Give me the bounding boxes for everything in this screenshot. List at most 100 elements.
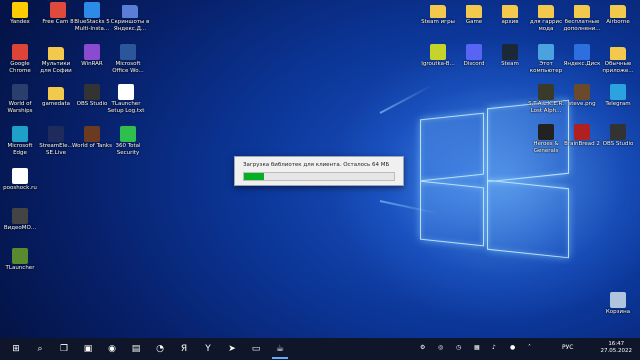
desktop-icon-yandex[interactable]: Yandex (0, 2, 40, 26)
desktop-icon-telegram[interactable]: Telegram (598, 84, 638, 108)
java-icon[interactable]: ☕ (272, 341, 288, 359)
desktop-icon-wot[interactable]: World of Tanks (72, 126, 112, 150)
warships-icon (12, 84, 28, 100)
mic-icon[interactable]: ● (510, 344, 515, 351)
clock-icon[interactable]: ◷ (456, 344, 461, 351)
folder-icon (466, 5, 482, 18)
folder-icon (538, 5, 554, 18)
desktop-icon-stevepng[interactable]: steve.png (562, 84, 602, 108)
progress-fill (244, 173, 264, 180)
loading-message: Загрузка библиотек для клиента. Осталось… (243, 162, 390, 168)
desktop-icon-igroutka[interactable]: Igroutka-B... (418, 44, 458, 68)
recycle-bin-icon (610, 292, 626, 308)
desktop-icon-streamelements[interactable]: StreamEle... SE.Live (36, 126, 76, 156)
desktop-icon-cartoons[interactable]: Мультики для Софии (36, 44, 76, 74)
search-icon[interactable]: ⌕ (32, 341, 48, 357)
desktop-icon-label: Обычные приложе... (602, 61, 634, 74)
loading-dialog: Загрузка библиотек для клиента. Осталось… (234, 156, 404, 186)
obs-icon[interactable]: ◉ (104, 341, 120, 357)
light-beam (379, 83, 434, 114)
desktop-icon-label: Steam игры (421, 19, 455, 25)
taskbar-app-icon[interactable]: ▤ (128, 341, 144, 357)
volume-icon[interactable]: ♪ (492, 344, 496, 351)
desktop-icon-bluestacks[interactable]: BlueStacks 5 Multi-Insta... (72, 2, 112, 32)
desktop-icon-thispc[interactable]: Этот компьютер (526, 44, 566, 74)
folder-icon (610, 5, 626, 18)
tanks-icon (84, 126, 100, 142)
desktop-icon-obs2[interactable]: OBS Studio (598, 124, 638, 148)
desktop-icon-gamedata[interactable]: gamedata (36, 84, 76, 108)
desktop-icon-yadisk[interactable]: Яндекс.Диск (562, 44, 602, 68)
telegram-icon[interactable]: ➤ (224, 341, 240, 357)
clock-time: 16:47 (608, 341, 625, 347)
desktop-icon-label: TLauncher Setup Log.txt (107, 101, 145, 114)
desktop-icon-label: BrainBread 2 (564, 141, 600, 147)
desktop-icon-label: TLauncher (5, 265, 35, 271)
desktop-icon-screenshots[interactable]: Скриншоты в Яндекс.Д... (110, 2, 150, 32)
yandex-browser-icon[interactable]: Y (200, 341, 216, 357)
desktop-icon-label: 360 Total Security (115, 143, 141, 156)
steam-icon[interactable]: ◎ (438, 344, 443, 351)
discord-icon[interactable]: ◔ (152, 341, 168, 357)
logo-pane-bottom-left (420, 180, 484, 247)
desktop-icon-label: Igroutka-B... (421, 61, 455, 67)
video-icon (12, 208, 28, 224)
desktop-icon-msoffice[interactable]: Microsoft Office Wo... (108, 44, 148, 74)
folder-icon (610, 47, 626, 60)
game-icon (430, 44, 446, 60)
desktop-icon-steamgames[interactable]: Steam игры (418, 2, 458, 26)
desktop-icon-tlauncher[interactable]: TLauncher (0, 248, 40, 272)
desktop-icon-label: pooshock.ru (3, 185, 37, 191)
folder-icon (48, 87, 64, 100)
yandex-icon[interactable]: Я (176, 341, 192, 357)
desktop-icon-label: для гаррис мода (529, 19, 563, 32)
desktop-icon-gorris[interactable]: для гаррис мода (526, 2, 566, 32)
desktop-icon-recycle[interactable]: Корзина (598, 292, 638, 316)
desktop-icon-label: Telegram (605, 101, 631, 107)
desktop-icon-label: BlueStacks 5 Multi-Insta... (74, 19, 110, 32)
desktop-icon-ordinary[interactable]: Обычные приложе... (598, 44, 638, 74)
gear-icon[interactable]: ⚙ (420, 344, 425, 351)
clock-date: 27.05.2022 (600, 348, 633, 354)
folder-icon (430, 5, 446, 18)
desktop-icon-stalker[interactable]: S.T.A.L.K.E.R. Lost Alph... (526, 84, 566, 114)
desktop-icon-label: Heroes & Generals (533, 141, 559, 154)
desktop-icon-pooshock[interactable]: pooshock.ru (0, 168, 40, 192)
desktop-icon-tlauncherlog[interactable]: TLauncher Setup Log.txt (106, 84, 146, 114)
desktop-icon-game[interactable]: Game (454, 2, 494, 26)
clock[interactable]: 16:47 27.05.2022 (601, 341, 633, 355)
desktop-icon-steam[interactable]: Steam (490, 44, 530, 68)
desktop-icon-airborne[interactable]: Airborne (598, 2, 638, 26)
folder-icon[interactable]: ▭ (248, 341, 264, 357)
desktop-icon-heroes[interactable]: Heroes & Generals (526, 124, 566, 154)
desktop-icon-360[interactable]: 360 Total Security (108, 126, 148, 156)
desktop-icon-label: Скриншоты в Яндекс.Д... (110, 19, 150, 32)
winrar-icon (84, 44, 100, 60)
yandex-icon (12, 2, 28, 18)
desktop-icon-winrar[interactable]: WinRAR (72, 44, 112, 68)
desktop-icon-edge[interactable]: Microsoft Edge (0, 126, 40, 156)
desktop-icon-label: Google Chrome (9, 61, 31, 74)
chevron-up-icon[interactable]: ˄ (528, 344, 531, 351)
task-view-icon[interactable]: ❐ (56, 341, 72, 357)
start-icon[interactable]: ⊞ (8, 341, 24, 357)
desktop-icon-chrome[interactable]: Google Chrome (0, 44, 40, 74)
telegram-icon (610, 84, 626, 100)
text-file-icon (118, 84, 134, 100)
language-indicator[interactable]: РУС (562, 344, 573, 351)
desktop-icon-freeaddons[interactable]: бесплатные дополнени... (562, 2, 602, 32)
desktop-icon-archive[interactable]: архив (490, 2, 530, 26)
desktop-icon-brainbread[interactable]: BrainBread 2 (562, 124, 602, 148)
chrome-icon (12, 44, 28, 60)
camera-icon (50, 2, 66, 18)
computer-icon (538, 44, 554, 60)
security-icon (120, 126, 136, 142)
network-icon[interactable]: ▦ (474, 344, 480, 351)
desktop-icon-video[interactable]: ВидеоМО... (0, 208, 40, 232)
widgets-icon[interactable]: ▣ (80, 341, 96, 357)
image-icon (574, 84, 590, 100)
desktop-icon-label: S.T.A.L.K.E.R. Lost Alph... (528, 101, 564, 114)
desktop-icon-discord[interactable]: Discord (454, 44, 494, 68)
desktop-icon-wows[interactable]: World of Warships (0, 84, 40, 114)
desktop-icon-label: бесплатные дополнени... (563, 19, 601, 32)
